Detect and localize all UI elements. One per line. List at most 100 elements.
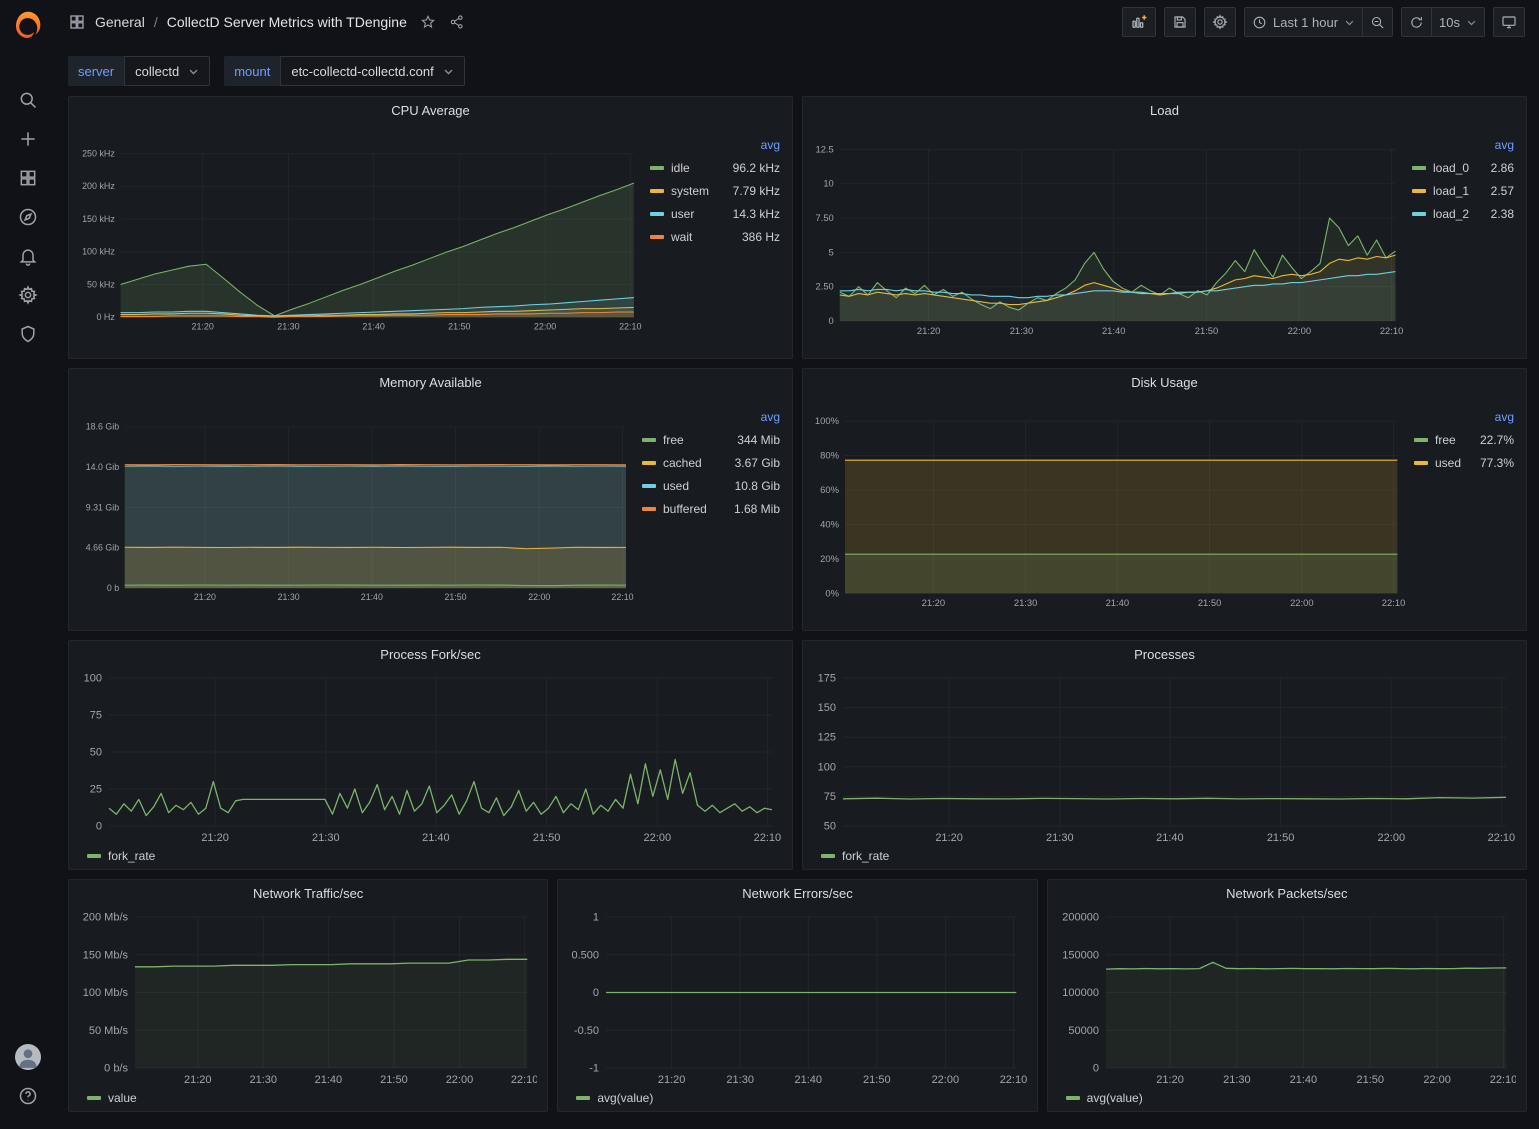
series-color-swatch bbox=[1066, 1096, 1080, 1100]
svg-text:21:20: 21:20 bbox=[191, 321, 213, 331]
legend-series-system[interactable]: system7.79 kHz bbox=[650, 179, 780, 202]
variable-server[interactable]: server collectd bbox=[68, 56, 210, 86]
svg-text:22:10: 22:10 bbox=[1488, 832, 1516, 844]
sidebar-item-explore[interactable] bbox=[8, 197, 48, 236]
disk-usage-chart[interactable]: 0%20%40%60%80%100%21:2021:3021:4021:5022… bbox=[809, 396, 1406, 627]
refresh-button[interactable] bbox=[1401, 7, 1432, 37]
svg-text:21:40: 21:40 bbox=[361, 592, 383, 602]
processes-chart[interactable]: 507510012515017521:2021:3021:4021:5022:0… bbox=[809, 668, 1516, 846]
network-errors-chart[interactable]: -1-0.5000.500121:2021:3021:4021:5022:002… bbox=[564, 907, 1026, 1088]
svg-text:21:30: 21:30 bbox=[1010, 325, 1033, 336]
chevron-down-icon bbox=[443, 66, 454, 77]
svg-text:0: 0 bbox=[96, 821, 102, 833]
process-fork-chart[interactable]: 025507510021:2021:3021:4021:5022:0022:10 bbox=[75, 668, 782, 846]
legend-series-value[interactable]: value bbox=[87, 1091, 137, 1105]
series-avg-value: 14.3 kHz bbox=[723, 207, 780, 221]
legend-series-avg(value)[interactable]: avg(value) bbox=[576, 1091, 653, 1105]
panel-title[interactable]: CPU Average bbox=[69, 97, 792, 124]
variable-mount-value[interactable]: etc-collectd-collectd.conf bbox=[280, 56, 464, 86]
series-name: load_0 bbox=[1433, 161, 1469, 175]
panel-title[interactable]: Process Fork/sec bbox=[69, 641, 792, 668]
sidebar-item-configuration[interactable] bbox=[8, 275, 48, 314]
tv-mode-button[interactable] bbox=[1493, 7, 1525, 37]
time-range-label: Last 1 hour bbox=[1273, 15, 1338, 30]
network-packets-chart[interactable]: 05000010000015000020000021:2021:3021:402… bbox=[1054, 907, 1516, 1088]
panel-title[interactable]: Load bbox=[803, 97, 1526, 124]
svg-text:0 Hz: 0 Hz bbox=[96, 312, 115, 322]
sidebar-item-alerting[interactable] bbox=[8, 236, 48, 275]
svg-text:22:00: 22:00 bbox=[932, 1074, 960, 1086]
legend-series-load_1[interactable]: load_12.57 bbox=[1412, 179, 1514, 202]
share-button[interactable] bbox=[449, 14, 465, 30]
svg-text:21:40: 21:40 bbox=[422, 832, 450, 844]
series-name: buffered bbox=[663, 502, 707, 516]
refresh-interval-picker[interactable]: 10s bbox=[1431, 7, 1485, 37]
breadcrumb-folder[interactable]: General bbox=[95, 14, 145, 30]
legend-series-avg(value)[interactable]: avg(value) bbox=[1066, 1091, 1143, 1105]
variable-mount-selected: etc-collectd-collectd.conf bbox=[291, 64, 433, 79]
svg-text:150 Mb/s: 150 Mb/s bbox=[83, 949, 129, 961]
legend-series-load_2[interactable]: load_22.38 bbox=[1412, 202, 1514, 225]
svg-text:22:10: 22:10 bbox=[1489, 1074, 1516, 1086]
svg-text:22:10: 22:10 bbox=[754, 832, 782, 844]
star-button[interactable] bbox=[420, 14, 436, 30]
add-panel-button[interactable] bbox=[1122, 7, 1156, 37]
legend-series-idle[interactable]: idle96.2 kHz bbox=[650, 156, 780, 179]
series-avg-value: 2.86 bbox=[1481, 161, 1514, 175]
cpu-average-chart[interactable]: 0 Hz50 kHz100 kHz150 kHz200 kHz250 kHz21… bbox=[75, 124, 642, 355]
panel-title[interactable]: Network Traffic/sec bbox=[69, 880, 547, 907]
panel-title[interactable]: Network Errors/sec bbox=[558, 880, 1036, 907]
series-color-swatch bbox=[821, 854, 835, 858]
legend-series-fork_rate[interactable]: fork_rate bbox=[87, 849, 155, 863]
legend-series-free[interactable]: free344 Mib bbox=[642, 428, 780, 451]
panel-title[interactable]: Memory Available bbox=[69, 369, 792, 396]
series-name: idle bbox=[671, 161, 690, 175]
series-avg-value: 344 Mib bbox=[727, 433, 780, 447]
series-color-swatch bbox=[650, 212, 664, 216]
gear-icon bbox=[1212, 14, 1228, 30]
zoom-out-time-button[interactable] bbox=[1362, 7, 1393, 37]
svg-text:21:40: 21:40 bbox=[1102, 325, 1125, 336]
panel-title[interactable]: Disk Usage bbox=[803, 369, 1526, 396]
legend-series-buffered[interactable]: buffered1.68 Mib bbox=[642, 497, 780, 520]
sidebar-item-dashboards[interactable] bbox=[8, 158, 48, 197]
legend-series-wait[interactable]: wait386 Hz bbox=[650, 225, 780, 248]
legend-series-user[interactable]: user 14.3 kHz bbox=[650, 202, 780, 225]
svg-text:125: 125 bbox=[818, 732, 836, 744]
sidebar-item-search[interactable] bbox=[8, 80, 48, 119]
clock-icon bbox=[1252, 15, 1267, 30]
series-color-swatch bbox=[650, 166, 664, 170]
memory-available-chart[interactable]: 0 b4.66 Gib9.31 Gib14.0 Gib18.6 Gib21:20… bbox=[75, 396, 634, 627]
svg-text:21:30: 21:30 bbox=[278, 592, 300, 602]
series-name: user bbox=[671, 207, 694, 221]
legend-series-used[interactable]: used10.8 Gib bbox=[642, 474, 780, 497]
legend-series-free[interactable]: free22.7% bbox=[1414, 428, 1514, 451]
variable-mount[interactable]: mount etc-collectd-collectd.conf bbox=[224, 56, 464, 86]
dashboard-grid-icon[interactable] bbox=[68, 13, 86, 31]
save-dashboard-button[interactable] bbox=[1164, 7, 1196, 37]
memory-available-legend: avgfree344 Mibcached3.67 Gibused10.8 Gib… bbox=[634, 396, 782, 627]
panel-title[interactable]: Processes bbox=[803, 641, 1526, 668]
sidebar-item-server-admin[interactable] bbox=[8, 314, 48, 353]
sidebar-item-create[interactable] bbox=[8, 119, 48, 158]
time-range-picker[interactable]: Last 1 hour bbox=[1244, 7, 1363, 37]
legend-series-used[interactable]: used77.3% bbox=[1414, 451, 1514, 474]
series-avg-value: 2.38 bbox=[1481, 207, 1514, 221]
panel-title[interactable]: Network Packets/sec bbox=[1048, 880, 1526, 907]
load-chart[interactable]: 02.5057.501012.521:2021:3021:4021:5022:0… bbox=[809, 124, 1404, 355]
sidebar-item-help[interactable] bbox=[8, 1076, 48, 1115]
network-traffic-legend: value bbox=[75, 1088, 537, 1108]
sidebar-item-profile[interactable] bbox=[8, 1037, 48, 1076]
dashboard-grid: CPU Average 0 Hz50 kHz100 kHz150 kHz200 … bbox=[56, 96, 1539, 1129]
legend-series-load_0[interactable]: load_0 2.86 bbox=[1412, 156, 1514, 179]
dashboard-settings-button[interactable] bbox=[1204, 7, 1236, 37]
panel-memory-available: Memory Available 0 b4.66 Gib9.31 Gib14.0… bbox=[68, 368, 793, 631]
network-traffic-chart[interactable]: 0 b/s50 Mb/s100 Mb/s150 Mb/s200 Mb/s21:2… bbox=[75, 907, 537, 1088]
series-avg-value: 2.57 bbox=[1481, 184, 1514, 198]
grafana-logo-icon[interactable] bbox=[13, 10, 43, 40]
variable-server-value[interactable]: collectd bbox=[124, 56, 210, 86]
legend-series-cached[interactable]: cached3.67 Gib bbox=[642, 451, 780, 474]
legend-series-fork_rate[interactable]: fork_rate bbox=[821, 849, 889, 863]
compass-icon bbox=[18, 207, 38, 227]
legend-avg-header: avg bbox=[1414, 408, 1514, 428]
